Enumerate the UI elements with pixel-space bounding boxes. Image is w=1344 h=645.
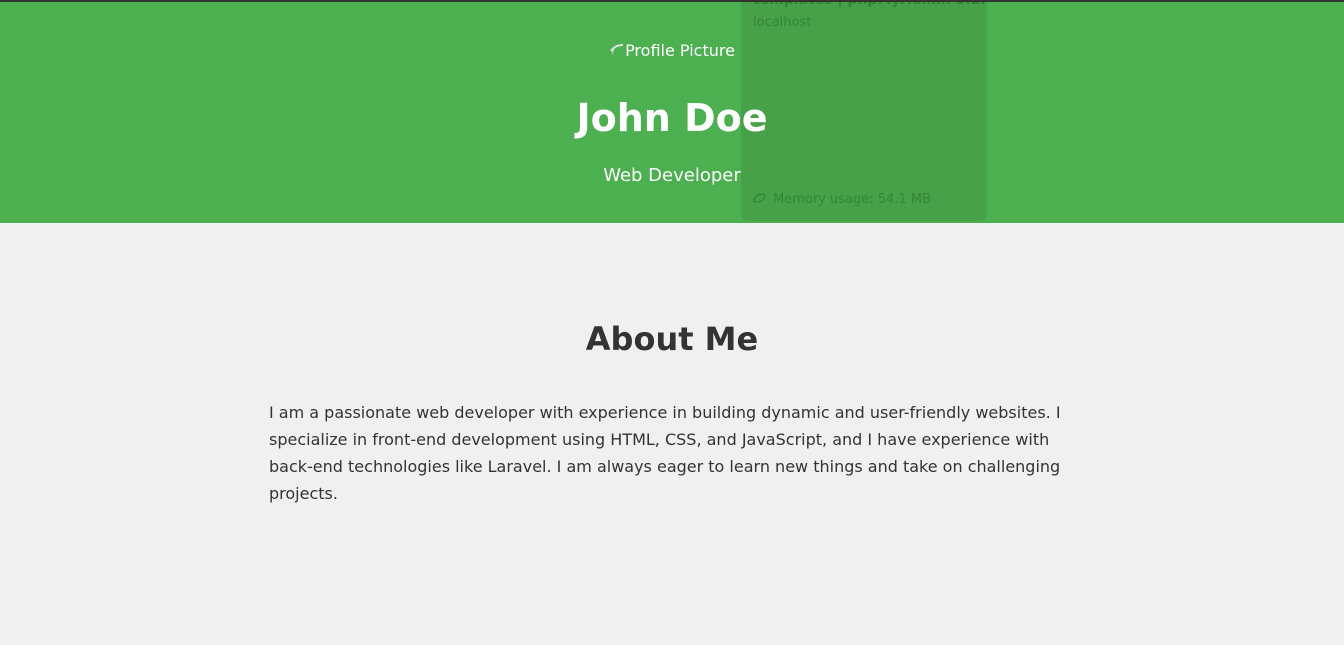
window-top-border xyxy=(0,0,1344,2)
hero-header: Profile Picture John Doe Web Developer t… xyxy=(0,0,1344,223)
about-text: I am a passionate web developer with exp… xyxy=(269,403,1061,503)
profile-role: Web Developer xyxy=(603,165,741,186)
profile-picture-alt-text: Profile Picture xyxy=(625,41,735,60)
about-title: About Me xyxy=(585,320,759,358)
profile-name: John Doe xyxy=(576,96,768,140)
preview-memory-usage: Memory usage: 54.1 MB xyxy=(753,192,931,207)
leaf-icon xyxy=(753,192,767,203)
profile-picture: Profile Picture xyxy=(0,40,1344,62)
preview-subtitle: localhost xyxy=(753,15,812,30)
broken-image-icon xyxy=(609,42,625,58)
memory-usage-label: Memory usage: 54.1 MB xyxy=(773,192,931,207)
